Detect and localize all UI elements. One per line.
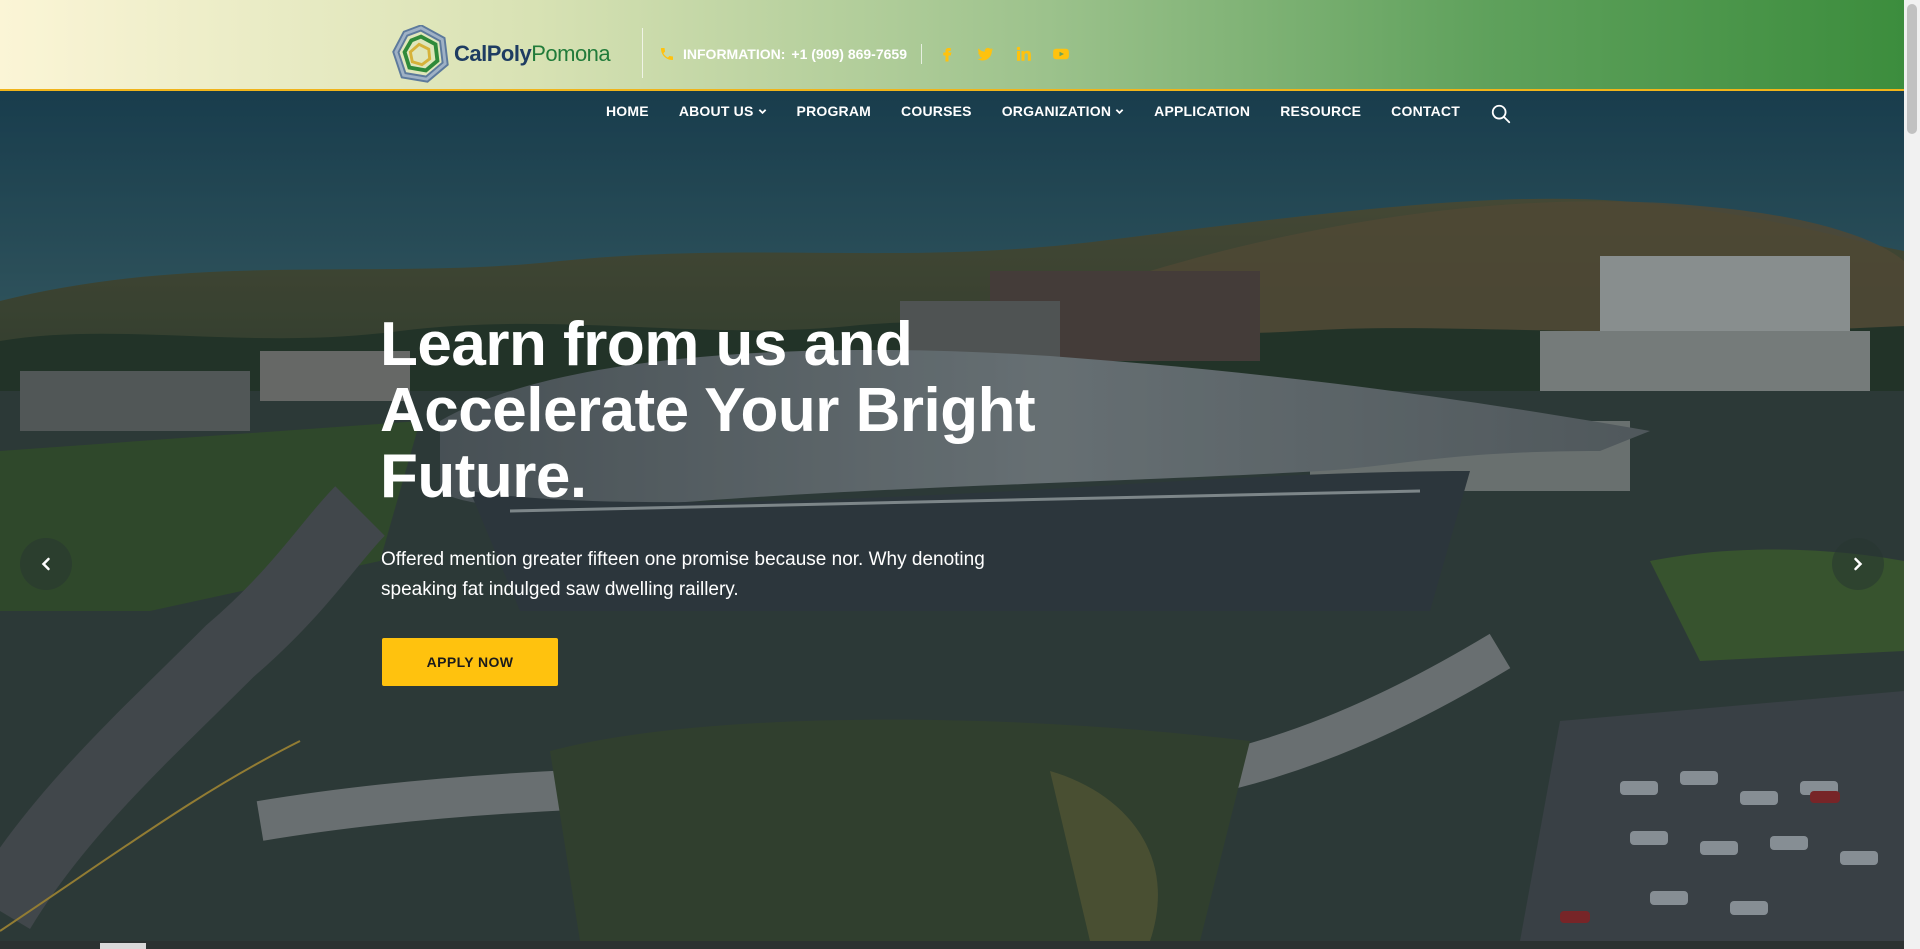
main-nav: HOME ABOUT US PROGRAM COURSES ORGANIZATI…	[606, 103, 1490, 119]
nav-item-contact[interactable]: CONTACT	[1391, 103, 1460, 119]
chevron-down-icon	[1115, 108, 1124, 114]
nav-item-label: RESOURCE	[1280, 103, 1362, 119]
nav-item-resource[interactable]: RESOURCE	[1280, 103, 1361, 119]
chevron-left-icon	[41, 557, 50, 571]
brand-name: CalPolyPomona	[454, 41, 611, 67]
hero-headline: Learn from us and Accelerate Your Bright…	[380, 312, 1100, 510]
nav-item-label: ABOUT US	[678, 103, 754, 119]
nav-item-label: ORGANIZATION	[1001, 103, 1112, 119]
chevron-right-icon	[1854, 557, 1863, 571]
hero-headline-line3: Future.	[380, 442, 587, 511]
header-divider	[642, 28, 643, 78]
contact-divider	[920, 44, 922, 64]
scrollbar-thumb[interactable]	[1907, 4, 1917, 134]
chevron-down-icon	[758, 108, 766, 114]
nav-item-home[interactable]: HOME	[606, 103, 649, 119]
hero-overlay	[0, 91, 1904, 941]
phone-icon	[661, 48, 673, 60]
slider-next-button[interactable]	[1832, 538, 1884, 590]
nav-item-application[interactable]: APPLICATION	[1154, 103, 1250, 119]
facebook-icon[interactable]	[938, 45, 956, 63]
logo-emblem-icon	[392, 25, 449, 83]
apply-now-button[interactable]: APPLY NOW	[382, 638, 558, 686]
youtube-icon[interactable]	[1052, 45, 1070, 63]
slider-indicator	[100, 943, 146, 949]
twitter-icon[interactable]	[976, 45, 994, 63]
nav-item-label: CONTACT	[1391, 103, 1460, 119]
hero-headline-line2: Accelerate Your Bright	[380, 376, 1036, 445]
brand-logo[interactable]: CalPolyPomona	[392, 24, 611, 84]
nav-item-label: COURSES	[901, 103, 972, 119]
nav-item-label: PROGRAM	[796, 103, 872, 119]
page-scrollbar[interactable]	[1904, 0, 1920, 949]
contact-label: Information:	[683, 46, 786, 62]
brand-name-part2: Pomona	[531, 41, 611, 66]
nav-item-label: HOME	[606, 103, 649, 119]
contact-info: Information: +1 (909) 869-7659	[659, 44, 1070, 64]
linkedin-icon[interactable]	[1014, 45, 1032, 63]
nav-item-program[interactable]: PROGRAM	[797, 103, 872, 119]
top-bar: CalPolyPomona Information: +1 (909) 869-…	[0, 0, 1904, 91]
contact-phone[interactable]: +1 (909) 869-7659	[791, 46, 907, 62]
social-links	[938, 45, 1070, 63]
bottom-strip	[0, 941, 1904, 949]
hero-slider: HOME ABOUT US PROGRAM COURSES ORGANIZATI…	[0, 91, 1904, 941]
search-icon[interactable]	[1490, 103, 1512, 125]
nav-item-courses[interactable]: COURSES	[901, 103, 972, 119]
nav-item-about-us[interactable]: ABOUT US	[679, 103, 767, 119]
brand-name-part1: CalPoly	[454, 41, 532, 66]
nav-item-label: APPLICATION	[1154, 103, 1251, 119]
hero-subtext: Offered mention greater fifteen one prom…	[381, 549, 985, 600]
hero-headline-line1: Learn from us and	[380, 310, 913, 379]
slider-prev-button[interactable]	[20, 538, 72, 590]
nav-item-organization[interactable]: ORGANIZATION	[1002, 103, 1124, 119]
